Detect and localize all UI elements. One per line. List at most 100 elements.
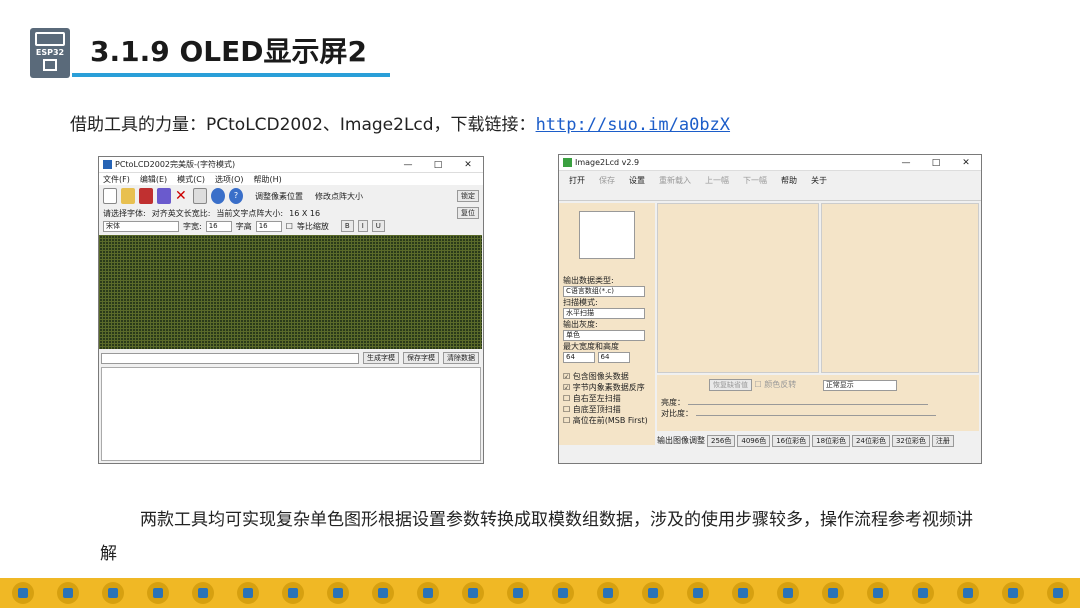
chip-icon xyxy=(596,582,619,604)
align-label: 对齐英文长宽比: xyxy=(151,208,211,218)
bold-button[interactable]: B xyxy=(340,220,354,232)
tab-18bit[interactable]: 18位彩色 xyxy=(812,435,851,447)
tab-16bit[interactable]: 16位彩色 xyxy=(772,435,811,447)
menu-bar: 文件(F) 编辑(E) 模式(C) 选项(O) 帮助(H) xyxy=(99,173,483,185)
close-icon[interactable]: ✕ xyxy=(951,158,981,168)
tab-32bit[interactable]: 32位彩色 xyxy=(891,435,930,447)
brightness-slider[interactable] xyxy=(687,404,928,405)
height-label: 字高 xyxy=(235,221,252,231)
window-title: PCtoLCD2002完美版-(字符模式) xyxy=(115,160,236,169)
help-button[interactable]: 帮助 xyxy=(781,175,797,196)
image-icon[interactable] xyxy=(157,188,171,204)
menu-file[interactable]: 文件(F) xyxy=(103,174,130,185)
prev-button[interactable]: 上一幅 xyxy=(705,175,729,196)
check-rtl[interactable]: ☐ 自右至左扫描 xyxy=(563,393,651,404)
font-select[interactable]: 宋体 xyxy=(103,220,179,232)
reset-button[interactable]: 复位 xyxy=(457,207,479,219)
text-input[interactable] xyxy=(101,352,359,364)
contrast-slider[interactable] xyxy=(695,415,936,416)
tab-24bit[interactable]: 24位彩色 xyxy=(852,435,890,447)
tab-register[interactable]: 注册 xyxy=(931,435,954,447)
width-select[interactable]: 16 xyxy=(205,220,232,232)
conclusion-text: 两款工具均可实现复杂单色图形根据设置参数转换成取模数组数据，涉及的使用步骤较多，… xyxy=(100,510,973,564)
field-scan-label: 扫描模式: xyxy=(563,298,598,307)
open-icon[interactable] xyxy=(121,188,135,204)
check-btt[interactable]: ☐ 自底至顶扫描 xyxy=(563,404,651,415)
gray-select[interactable]: 单色 xyxy=(563,330,645,341)
max-width-input[interactable]: 64 xyxy=(563,352,595,363)
save-icon[interactable] xyxy=(139,188,153,204)
tab-bar: 输出图像调整 256色 4096色 16位彩色 18位彩色 24位彩色 32位彩… xyxy=(657,435,954,447)
restore-button[interactable]: 恢复缺省值 xyxy=(709,379,752,391)
maximize-icon[interactable]: □ xyxy=(921,158,951,168)
reload-button[interactable]: 重新载入 xyxy=(659,175,691,196)
choose-font-label: 请选择字体: xyxy=(103,208,146,218)
check-header[interactable]: ☑ 包含图像头数据 xyxy=(563,371,651,382)
menu-options[interactable]: 选项(O) xyxy=(215,174,244,185)
adjust-label: 调整像素位置 xyxy=(255,191,303,201)
scan-preview-icon xyxy=(579,211,635,259)
max-height-input[interactable]: 64 xyxy=(597,352,630,363)
menu-help[interactable]: 帮助(H) xyxy=(254,174,282,185)
delete-icon[interactable]: ✕ xyxy=(175,188,189,204)
logo-label: ESP32 xyxy=(35,48,65,57)
scale-checkbox[interactable]: ☐ xyxy=(286,222,293,231)
check-reverse[interactable]: ☑ 字节内象素数据反序 xyxy=(563,382,651,393)
new-icon[interactable] xyxy=(103,188,117,204)
menu-mode[interactable]: 模式(C) xyxy=(177,174,205,185)
download-link[interactable]: http://suo.im/a0bzX xyxy=(536,115,730,135)
contrast-label: 对比度： xyxy=(661,409,693,418)
scale-label: 等比缩放 xyxy=(296,221,329,231)
toolbar: ✕ ? 调整像素位置 修改点阵大小 锁定 xyxy=(99,185,483,207)
doc-icon[interactable] xyxy=(193,188,207,204)
tab-256[interactable]: 256色 xyxy=(707,435,736,447)
menu-edit[interactable]: 编辑(E) xyxy=(140,174,167,185)
window-title: Image2Lcd v2.9 xyxy=(575,158,640,167)
tab-adjust[interactable]: 输出图像调整 xyxy=(657,435,705,447)
chip-icon xyxy=(461,582,484,604)
underline-button[interactable]: U xyxy=(371,220,385,232)
close-icon[interactable]: ✕ xyxy=(453,160,483,170)
height-select[interactable]: 16 xyxy=(255,220,282,232)
scan-select[interactable]: 水平扫描 xyxy=(563,308,645,319)
display-mode-select[interactable]: 正常显示 xyxy=(822,380,897,391)
chip-icon xyxy=(236,582,259,604)
page-title: 3.1.9 OLED显示屏2 xyxy=(90,35,367,68)
action-row: 生成字模 保存字模 清除数据 xyxy=(101,351,481,365)
chip-icon xyxy=(686,582,709,604)
checkbox-list: ☑ 包含图像头数据 ☑ 字节内象素数据反序 ☐ 自右至左扫描 ☐ 自底至顶扫描 … xyxy=(563,371,651,426)
clear-button[interactable]: 清除数据 xyxy=(443,352,479,364)
open-button[interactable]: 打开 xyxy=(569,175,585,196)
chip-icon xyxy=(371,582,394,604)
title-underline xyxy=(72,73,390,77)
output-type-select[interactable]: C语言数组(*.c) xyxy=(563,286,645,297)
maximize-icon[interactable]: □ xyxy=(423,160,453,170)
check-msb[interactable]: ☐ 高位在前(MSB First) xyxy=(563,415,651,426)
intro-label: 借助工具的力量：PCtoLCD2002、Image2Lcd，下载链接： xyxy=(70,115,536,135)
next-button[interactable]: 下一幅 xyxy=(743,175,767,196)
width-label: 字宽: xyxy=(183,221,202,231)
tab-4096[interactable]: 4096色 xyxy=(737,435,771,447)
dot-matrix-grid[interactable] xyxy=(99,235,482,349)
gear-icon[interactable] xyxy=(211,188,225,204)
lock-button[interactable]: 锁定 xyxy=(457,190,479,202)
settings-button[interactable]: 设置 xyxy=(629,175,645,196)
save-button[interactable]: 保存 xyxy=(599,175,615,196)
image2lcd-window: Image2Lcd v2.9 — □ ✕ 打开 保存 设置 重新载入 上一幅 下… xyxy=(558,154,982,464)
color-reverse-check[interactable]: ☐ 颜色反转 xyxy=(755,380,797,389)
chip-icon xyxy=(956,582,979,604)
help-icon[interactable]: ? xyxy=(229,188,243,204)
generate-button[interactable]: 生成字模 xyxy=(363,352,399,364)
save-font-button[interactable]: 保存字模 xyxy=(403,352,439,364)
chip-icon xyxy=(43,59,57,71)
output-textarea[interactable] xyxy=(101,367,481,461)
minimize-icon[interactable]: — xyxy=(393,160,423,170)
about-button[interactable]: 关于 xyxy=(811,175,827,196)
size-row: 请选择字体: 对齐英文长宽比: 当前文字点阵大小: 16 X 16 复位 xyxy=(99,207,483,219)
minimize-icon[interactable]: — xyxy=(891,158,921,168)
chip-icon xyxy=(866,582,889,604)
image2lcd-titlebar: Image2Lcd v2.9 — □ ✕ xyxy=(559,155,981,171)
chip-icon xyxy=(1001,582,1024,604)
italic-button[interactable]: I xyxy=(357,220,368,232)
esp32-logo: ESP32 xyxy=(30,28,70,78)
